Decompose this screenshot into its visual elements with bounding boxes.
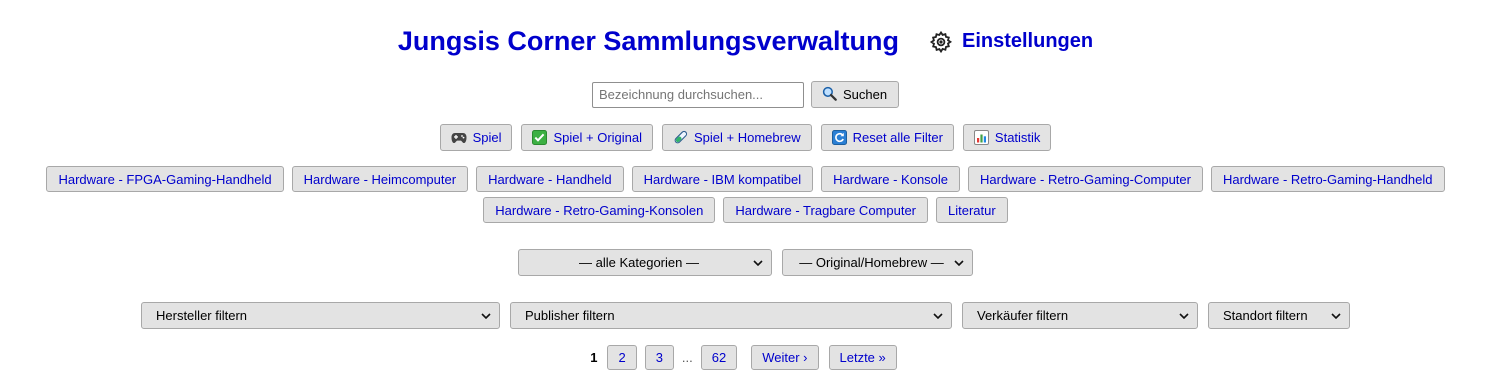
chevron-down-icon [954, 259, 964, 266]
search-input[interactable] [591, 81, 804, 108]
manufacturer-select-value: Hersteller filtern [156, 308, 248, 323]
category-fpga-gaming-handheld[interactable]: Hardware - FPGA-Gaming-Handheld [46, 166, 284, 192]
reset-filters-label: Reset alle Filter [852, 130, 943, 145]
publisher-select[interactable]: Publisher filtern [510, 302, 952, 329]
chevron-down-icon [481, 312, 491, 319]
filter-spiel-button[interactable]: Spiel [439, 124, 513, 151]
pagination: 1 2 3 ... 62 Weiter › Letzte » [0, 345, 1491, 370]
category-literatur[interactable]: Literatur [936, 197, 1008, 223]
seller-select[interactable]: Verkäufer filtern [962, 302, 1198, 329]
category-retro-gaming-computer[interactable]: Hardware - Retro-Gaming-Computer [968, 166, 1203, 192]
seller-select-value: Verkäufer filtern [977, 308, 1069, 323]
gamepad-icon [451, 132, 467, 144]
search-button-label: Suchen [842, 87, 888, 102]
manufacturer-select[interactable]: Hersteller filtern [141, 302, 500, 329]
category-handheld[interactable]: Hardware - Handheld [476, 166, 624, 192]
category-retro-gaming-konsolen[interactable]: Hardware - Retro-Gaming-Konsolen [483, 197, 716, 223]
settings-link[interactable]: Einstellungen [929, 30, 1093, 54]
filter-spiel-original-label: Spiel + Original [553, 130, 643, 145]
settings-label: Einstellungen [961, 30, 1094, 52]
page-title: Jungsis Corner Sammlungsverwaltung [397, 26, 899, 56]
hardware-category-list: Hardware - FPGA-Gaming-Handheld Hardware… [0, 166, 1491, 228]
category-ibm-kompatibel[interactable]: Hardware - IBM kompatibel [631, 166, 814, 192]
last-page-button[interactable]: Letzte » [828, 345, 897, 370]
magnifier-icon [822, 86, 837, 104]
next-page-button[interactable]: Weiter › [751, 345, 819, 370]
refresh-icon [831, 130, 847, 145]
reset-filters-button[interactable]: Reset alle Filter [820, 124, 954, 151]
test-tube-icon [673, 130, 688, 145]
quick-filter-bar: Spiel Spiel + Original Spiel + Homebrew [0, 124, 1491, 151]
statistics-button[interactable]: Statistik [962, 124, 1052, 151]
category-retro-gaming-handheld[interactable]: Hardware - Retro-Gaming-Handheld [1210, 166, 1445, 192]
bar-chart-icon [973, 130, 989, 145]
gear-icon [929, 30, 953, 53]
search-bar: Suchen [0, 81, 1491, 108]
primary-select-row: — alle Kategorien — — Original/Homebrew … [0, 249, 1491, 276]
origin-select[interactable]: — Original/Homebrew — [782, 249, 973, 276]
location-select-value: Standort filtern [1223, 308, 1308, 323]
chevron-down-icon [753, 259, 763, 266]
filter-spiel-original-button[interactable]: Spiel + Original [521, 124, 654, 151]
statistics-label: Statistik [994, 130, 1041, 145]
search-button[interactable]: Suchen [810, 81, 900, 108]
pagination-ellipsis: ... [681, 350, 693, 365]
page-link-3[interactable]: 3 [644, 345, 674, 370]
chevron-down-icon [933, 312, 943, 319]
publisher-select-value: Publisher filtern [525, 308, 615, 323]
category-heimcomputer[interactable]: Hardware - Heimcomputer [291, 166, 469, 192]
current-page: 1 [590, 350, 598, 365]
location-select[interactable]: Standort filtern [1208, 302, 1350, 329]
filter-spiel-label: Spiel [472, 130, 502, 145]
hardware-category-row: Hardware - FPGA-Gaming-Handheld Hardware… [0, 166, 1491, 192]
page-header: Jungsis Corner Sammlungsverwaltung Einst… [0, 26, 1491, 57]
category-select-value: — alle Kategorien — [579, 255, 699, 270]
page-link-2[interactable]: 2 [607, 345, 637, 370]
origin-select-value: — Original/Homebrew — [799, 255, 944, 270]
hardware-category-row: Hardware - Retro-Gaming-Konsolen Hardwar… [0, 197, 1491, 223]
chevron-down-icon [1331, 312, 1341, 319]
filter-spiel-homebrew-button[interactable]: Spiel + Homebrew [662, 124, 812, 151]
category-tragbare-computer[interactable]: Hardware - Tragbare Computer [723, 197, 929, 223]
filter-spiel-homebrew-label: Spiel + Homebrew [694, 130, 801, 145]
secondary-select-row: Hersteller filtern Publisher filtern Ver… [0, 302, 1491, 329]
chevron-down-icon [1179, 312, 1189, 319]
category-konsole[interactable]: Hardware - Konsole [821, 166, 961, 192]
checkmark-icon [532, 130, 548, 145]
page-link-last-number[interactable]: 62 [700, 345, 738, 370]
category-select[interactable]: — alle Kategorien — [518, 249, 772, 276]
